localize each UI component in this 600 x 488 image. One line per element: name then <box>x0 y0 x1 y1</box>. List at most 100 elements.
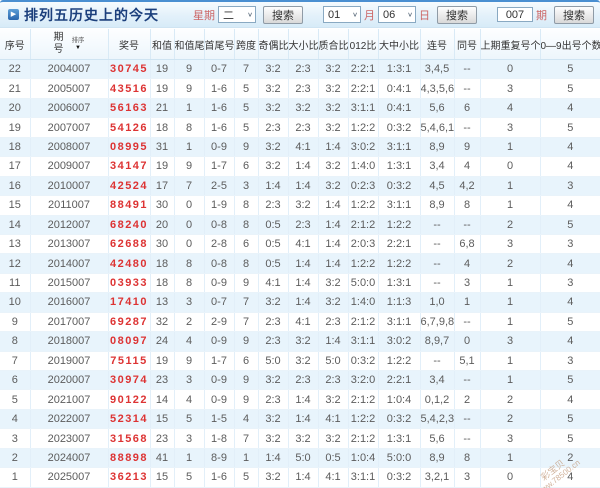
table-cell: 2:3 <box>258 117 289 138</box>
table-cell: 5,6 <box>420 98 455 119</box>
table-cell: 2012007 <box>30 215 109 235</box>
sort-control[interactable]: 排序 ▼ <box>71 37 85 51</box>
table-cell: 8-9 <box>204 448 235 469</box>
table-cell: 20 <box>150 215 175 235</box>
table-cell: 3 <box>0 428 31 449</box>
table-cell: 1 <box>480 195 541 216</box>
table-cell: 2:3 <box>288 370 319 391</box>
table-cell: 2023007 <box>30 428 109 449</box>
column-header-9: 大小比 <box>288 29 319 60</box>
table-cell: 15 <box>0 195 31 216</box>
issue-search-button[interactable]: 搜索 <box>554 5 594 24</box>
table-cell: 1 <box>174 448 205 469</box>
table-cell: 8 <box>234 253 259 274</box>
table-row: 5 2021007 90122 14 4 0-9 9 2:3 1:4 3:2 2:1:2 1:0:4 0… <box>0 389 600 410</box>
table-cell: 1:2:2 <box>348 195 379 216</box>
table-cell: 0 <box>480 59 541 80</box>
table-cell: 2005007 <box>30 78 109 99</box>
table-cell: 0-9 <box>204 137 235 158</box>
month-select-value: 01 <box>328 8 341 21</box>
history-table: 序号 期号 排序 ▼ 奖号 和值 和值尾 首尾号 跨度 奇偶比 大小比 质合比 012比 大中小比 连号 同号… <box>0 29 600 488</box>
table-cell: 18 <box>150 253 175 274</box>
table-cell: 1:4 <box>318 253 349 274</box>
table-cell: 1 <box>174 98 205 119</box>
table-cell: 0:5 <box>258 234 289 255</box>
table-cell: -- <box>420 234 455 255</box>
table-cell: 3:2 <box>258 78 289 99</box>
table-cell: 3:2 <box>318 117 349 138</box>
table-cell: 8 <box>174 273 205 294</box>
table-cell: 9 <box>174 59 205 80</box>
table-cell: 1 <box>0 467 31 488</box>
table-cell: 41 <box>150 448 175 469</box>
table-cell: 6,8 <box>454 234 481 255</box>
table-cell: 1 <box>480 137 541 158</box>
column-header-16: 0—9出号个数 <box>540 29 600 60</box>
table-cell: 3:2 <box>318 156 349 177</box>
table-cell: 7 <box>234 428 259 449</box>
week-search-button[interactable]: 搜索 <box>263 5 303 24</box>
table-cell: 2-8 <box>204 234 235 255</box>
table-cell: 13 <box>0 234 31 255</box>
table-cell: 4 <box>540 98 600 119</box>
table-cell: 1-7 <box>204 351 235 372</box>
table-cell: 23 <box>150 428 175 449</box>
table-cell: 5 <box>234 98 259 119</box>
week-select[interactable]: 二 ∨ <box>218 6 256 23</box>
table-cell: 6 <box>234 156 259 177</box>
table-cell: 1:4 <box>318 215 349 235</box>
column-header-5: 和值尾 <box>174 29 205 60</box>
table-cell: 15 <box>150 409 175 430</box>
chevron-down-icon: ∨ <box>352 10 358 19</box>
table-cell: 1:4 <box>288 176 319 197</box>
table-cell: 19 <box>0 117 31 138</box>
table-cell: 2009007 <box>30 156 109 177</box>
table-cell: 1:3:1 <box>378 273 421 294</box>
table-cell: 23 <box>150 370 175 391</box>
table-cell: 3:1:1 <box>348 98 379 119</box>
table-cell: 1-6 <box>204 78 235 99</box>
table-cell: 1:4 <box>288 273 319 294</box>
table-cell: 14 <box>150 389 175 410</box>
table-cell: 3:2 <box>258 428 289 449</box>
prize-number-cell: 52314 <box>108 409 151 430</box>
chevron-down-icon: ∨ <box>407 10 413 19</box>
table-cell: 0 <box>480 156 541 177</box>
table-cell: 2025007 <box>30 467 109 488</box>
table-cell: 3 <box>234 176 259 197</box>
table-cell: -- <box>420 215 455 235</box>
table-cell: 8 <box>454 448 481 469</box>
day-select-value: 06 <box>383 8 396 21</box>
table-cell: 1:0:4 <box>378 389 421 410</box>
table-cell: 4:1 <box>288 312 319 333</box>
table-cell: 1:4 <box>288 292 319 313</box>
table-cell: 3:2 <box>318 59 349 80</box>
table-cell: 3:2 <box>318 78 349 99</box>
page-title: 排列五历史上的今天 <box>24 6 159 23</box>
table-cell: 5 <box>540 78 600 99</box>
table-cell: 4,3,5,6 <box>420 78 455 99</box>
column-header-10: 质合比 <box>318 29 349 60</box>
date-search-button[interactable]: 搜索 <box>437 5 477 24</box>
chevron-down-icon: ∨ <box>247 10 253 19</box>
table-cell: 12 <box>0 253 31 274</box>
search-controls: 星期 二 ∨ 搜索 01 ∨ 月 06 ∨ 日 搜索 007 期 搜索 <box>173 5 594 24</box>
table-cell: 4,5 <box>420 176 455 197</box>
table-cell: 3 <box>480 331 541 352</box>
table-cell: 2-5 <box>204 176 235 197</box>
table-cell: 4 <box>540 331 600 352</box>
table-cell: 20 <box>0 98 31 119</box>
table-cell: 13 <box>150 292 175 313</box>
prize-number-cell: 42524 <box>108 176 151 197</box>
table-cell: 1-6 <box>204 98 235 119</box>
table-cell: 10 <box>0 292 31 313</box>
day-select[interactable]: 06 ∨ <box>378 6 416 23</box>
month-select[interactable]: 01 ∨ <box>323 6 361 23</box>
table-cell: 3:2 <box>318 428 349 449</box>
table-cell: 5 <box>540 370 600 391</box>
table-row: 9 2017007 69287 32 2 2-9 7 2:3 4:1 2:3 2:1:2 3:1:1 6… <box>0 312 600 333</box>
table-cell: -- <box>454 428 481 449</box>
table-cell: 2:3 <box>288 215 319 235</box>
issue-input[interactable] <box>497 7 533 22</box>
table-cell: 6 <box>234 234 259 255</box>
